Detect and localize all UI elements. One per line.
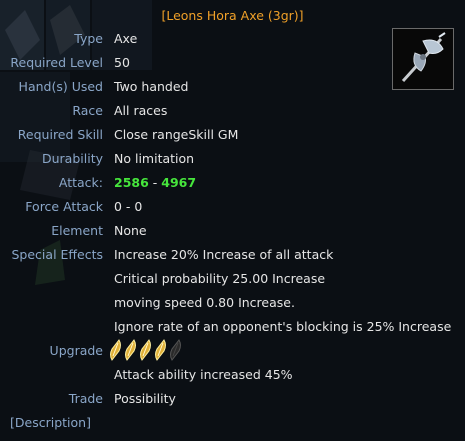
attack-separator: - bbox=[148, 175, 162, 190]
row-special-effect-2: Critical probability 25.00 Increase bbox=[0, 270, 465, 288]
row-special-effects: Special Effects Increase 20% Increase of… bbox=[0, 246, 465, 264]
special-effect-line: moving speed 0.80 Increase. bbox=[114, 295, 295, 310]
row-special-effect-4: Ignore rate of an opponent's blocking is… bbox=[0, 318, 465, 336]
durability-value: No limitation bbox=[114, 151, 195, 166]
special-effects-label: Special Effects bbox=[11, 247, 104, 262]
upgrade-label: Upgrade bbox=[49, 343, 103, 358]
attack-label: Attack: bbox=[58, 175, 103, 190]
required-skill-value: Close rangeSkill GM bbox=[114, 127, 239, 142]
row-required-level: Required Level 50 bbox=[0, 54, 465, 72]
row-attack: Attack: 2586 - 4967 bbox=[0, 174, 465, 192]
race-value: All races bbox=[114, 103, 168, 118]
type-label: Type bbox=[74, 31, 103, 46]
row-hands-used: Hand(s) Used Two handed bbox=[0, 78, 465, 96]
upgrade-effect-value: Attack ability increased 45% bbox=[114, 367, 293, 382]
trade-value: Possibility bbox=[114, 391, 176, 406]
upgrade-gem-filled-icon bbox=[140, 339, 151, 361]
upgrade-gem-filled-icon bbox=[110, 339, 121, 361]
required-level-label: Required Level bbox=[10, 55, 103, 70]
upgrade-gem-filled-icon bbox=[125, 339, 136, 361]
upgrade-gem-filled-icon bbox=[155, 339, 166, 361]
upgrade-level-display bbox=[108, 339, 183, 361]
required-skill-label: Required Skill bbox=[17, 127, 103, 142]
row-force-attack: Force Attack 0 - 0 bbox=[0, 198, 465, 216]
element-value: None bbox=[114, 223, 147, 238]
description-link[interactable]: [Description] bbox=[10, 414, 91, 432]
force-attack-value: 0 - 0 bbox=[114, 199, 143, 214]
attack-max: 4967 bbox=[161, 175, 197, 190]
attack-min: 2586 bbox=[114, 175, 149, 190]
row-race: Race All races bbox=[0, 102, 465, 120]
row-required-skill: Required Skill Close rangeSkill GM bbox=[0, 126, 465, 144]
row-upgrade-effect: Attack ability increased 45% bbox=[0, 366, 465, 384]
element-label: Element bbox=[51, 223, 103, 238]
upgrade-gem-empty-icon bbox=[170, 339, 181, 361]
row-durability: Durability No limitation bbox=[0, 150, 465, 168]
type-value: Axe bbox=[114, 31, 138, 46]
hands-used-value: Two handed bbox=[114, 79, 189, 94]
required-level-value: 50 bbox=[114, 55, 130, 70]
attack-value: 2586 - 4967 bbox=[114, 174, 196, 192]
durability-label: Durability bbox=[42, 151, 103, 166]
item-tooltip: [Leons Hora Axe (3gr)] Type Axe Required… bbox=[0, 0, 465, 441]
special-effect-line: Critical probability 25.00 Increase bbox=[114, 271, 326, 286]
row-upgrade: Upgrade bbox=[0, 339, 465, 361]
row-trade: Trade Possibility bbox=[0, 390, 465, 408]
special-effect-line: Increase 20% Increase of all attack bbox=[114, 247, 334, 262]
special-effect-line: Ignore rate of an opponent's blocking is… bbox=[114, 319, 452, 334]
force-attack-label: Force Attack bbox=[25, 199, 103, 214]
hands-used-label: Hand(s) Used bbox=[18, 79, 103, 94]
row-type: Type Axe bbox=[0, 30, 465, 48]
item-title: [Leons Hora Axe (3gr)] bbox=[161, 8, 304, 23]
row-element: Element None bbox=[0, 222, 465, 240]
row-special-effect-3: moving speed 0.80 Increase. bbox=[0, 294, 465, 312]
trade-label: Trade bbox=[68, 391, 103, 406]
race-label: Race bbox=[72, 103, 103, 118]
